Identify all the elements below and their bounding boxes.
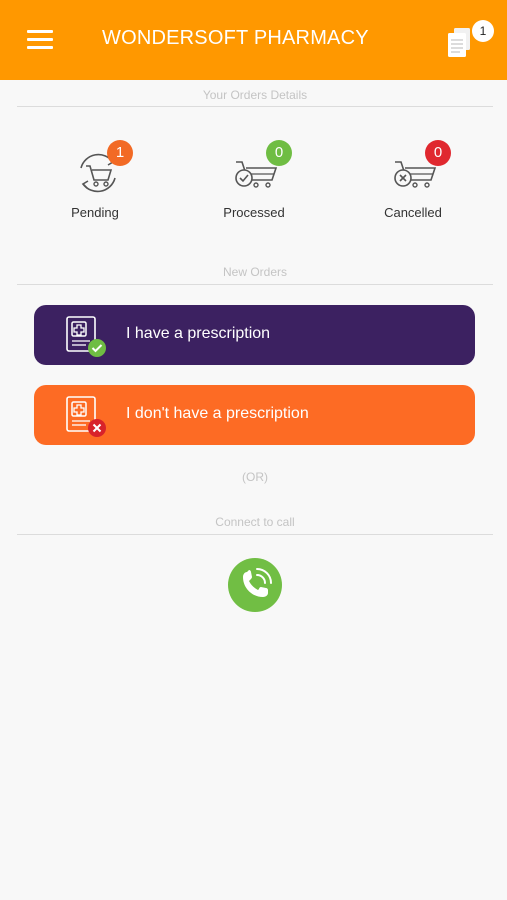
- cancelled-count-badge: 0: [425, 140, 451, 166]
- no-prescription-label: I don't have a prescription: [126, 405, 309, 422]
- new-orders-divider: [17, 284, 493, 285]
- connect-call-divider: [17, 534, 493, 535]
- no-prescription-button[interactable]: I don't have a prescription: [34, 385, 475, 445]
- have-prescription-button[interactable]: I have a prescription: [34, 305, 475, 365]
- app-bar: WONDERSOFT PHARMACY 1: [0, 0, 507, 80]
- status-pending[interactable]: 1 Pending: [40, 140, 150, 230]
- orders-details-heading: Your Orders Details: [202, 88, 308, 102]
- status-cancelled[interactable]: 0 Cancelled: [358, 140, 468, 230]
- orders-badge: 1: [472, 20, 494, 42]
- orders-details-divider: [17, 106, 493, 107]
- new-orders-heading: New Orders: [222, 265, 287, 279]
- hamburger-menu-icon[interactable]: [27, 27, 55, 53]
- processed-label: Processed: [223, 205, 285, 220]
- cancelled-label: Cancelled: [384, 205, 442, 220]
- or-separator: (OR): [242, 470, 268, 484]
- app-title: WONDERSOFT PHARMACY: [102, 27, 369, 49]
- pending-count-badge: 1: [107, 140, 133, 166]
- call-button[interactable]: [227, 557, 283, 613]
- status-processed[interactable]: 0 Processed: [199, 140, 309, 230]
- processed-count-badge: 0: [266, 140, 292, 166]
- connect-call-heading: Connect to call: [215, 515, 295, 529]
- prescription-cancel-icon: [66, 396, 106, 437]
- pending-label: Pending: [71, 205, 119, 220]
- phone-icon: [228, 558, 282, 612]
- have-prescription-label: I have a prescription: [126, 325, 271, 342]
- prescription-check-icon: [66, 316, 106, 357]
